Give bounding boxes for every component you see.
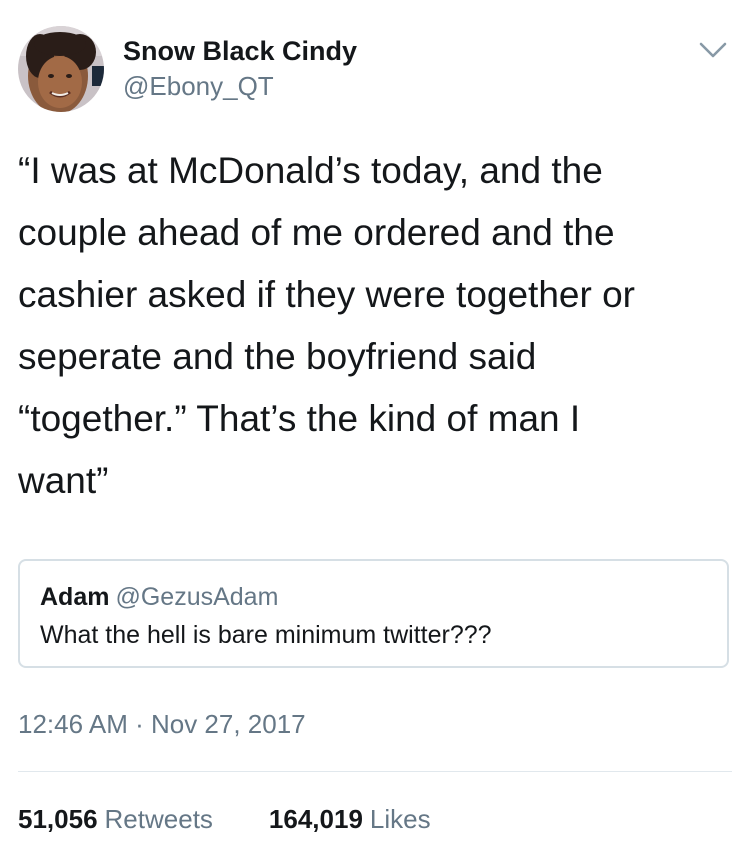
author-display-name[interactable]: Snow Black Cindy <box>123 34 357 68</box>
quoted-tweet-text: What the hell is bare minimum twitter??? <box>40 621 492 649</box>
likes-label: Likes <box>369 804 431 834</box>
quoted-tweet-header: Adam @GezusAdam <box>40 581 278 613</box>
retweets-count: 51,056 <box>18 804 98 834</box>
engagement-stats: 51,056 Retweets 164,019 Likes <box>18 802 431 836</box>
tweet-timestamp[interactable]: 12:46 AM · Nov 27, 2017 <box>18 707 306 741</box>
tweet-card: Snow Black Cindy @Ebony_QT “I was at McD… <box>0 0 750 860</box>
quoted-tweet-handle: @GezusAdam <box>115 583 279 611</box>
author-handle[interactable]: @Ebony_QT <box>123 70 357 102</box>
likes-count: 164,019 <box>268 804 363 834</box>
likes-stat[interactable]: 164,019 Likes <box>269 802 431 836</box>
author-block[interactable]: Snow Black Cindy @Ebony_QT <box>123 34 357 102</box>
avatar[interactable] <box>18 26 104 112</box>
avatar-image <box>18 26 104 112</box>
retweets-stat[interactable]: 51,056 Retweets <box>18 802 213 836</box>
chevron-down-icon[interactable] <box>698 40 728 60</box>
quoted-tweet-name: Adam <box>40 583 110 611</box>
divider <box>18 771 732 772</box>
quoted-tweet[interactable]: Adam @GezusAdam What the hell is bare min… <box>18 559 729 668</box>
tweet-text: “I was at McDonald’s today, and the coup… <box>18 150 635 501</box>
retweets-label: Retweets <box>104 804 213 834</box>
